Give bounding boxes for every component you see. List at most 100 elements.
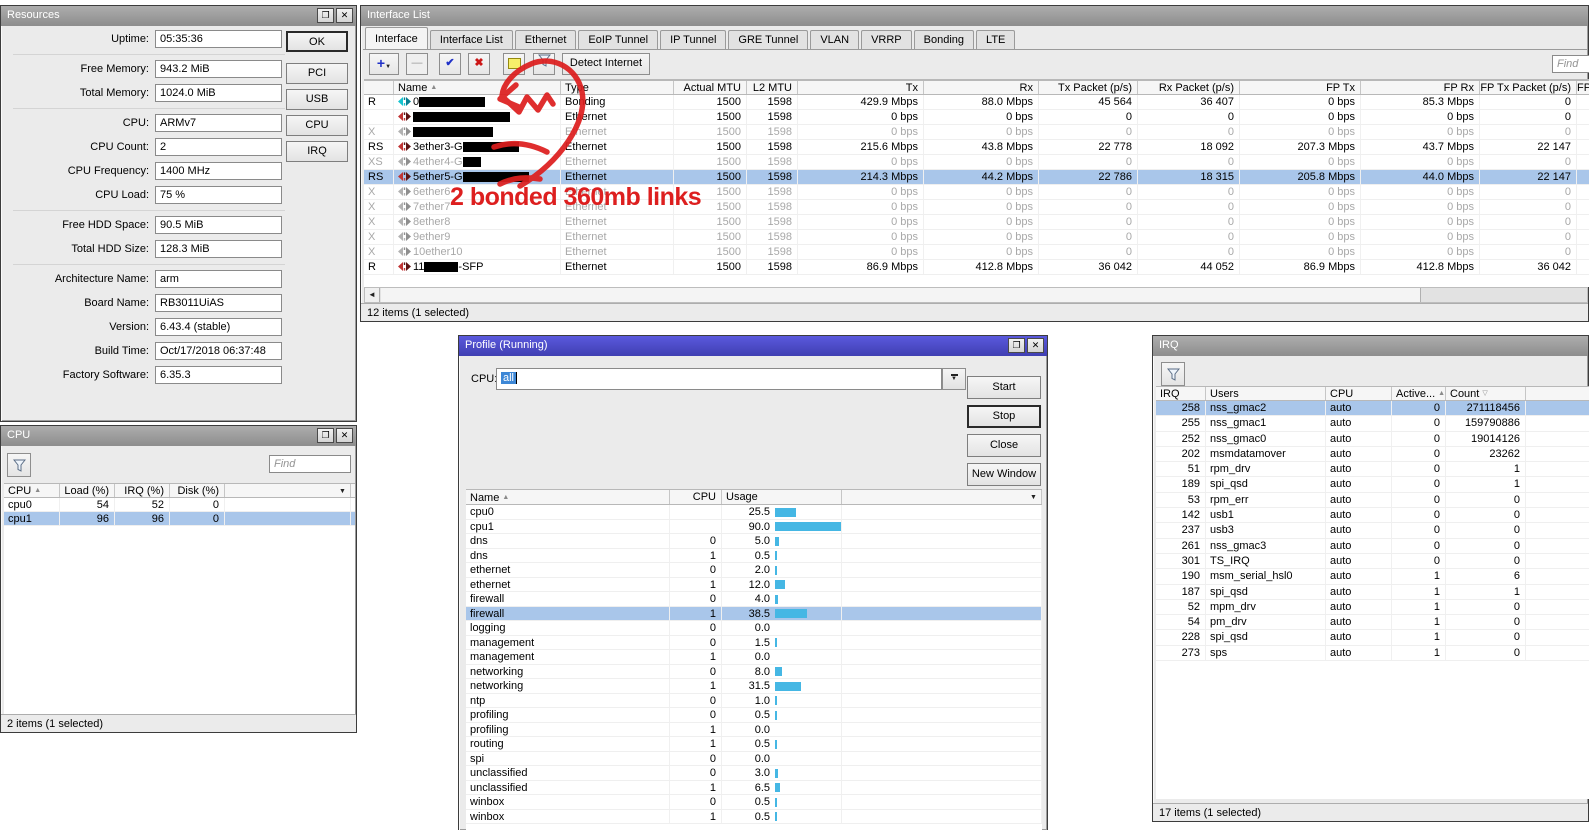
column-header-count[interactable]: Count ▽ (1446, 387, 1526, 400)
table-row[interactable]: 252 nss_gmac0 auto 0 19014126 (1156, 431, 1589, 447)
find-input[interactable]: Find (1552, 55, 1589, 73)
table-row[interactable]: 187 spi_qsd auto 1 1 (1156, 584, 1589, 600)
tab-eoip-tunnel[interactable]: EoIP Tunnel (578, 30, 659, 49)
cpu-combobox[interactable]: all (496, 368, 942, 390)
filter-button[interactable] (533, 53, 555, 75)
start-button[interactable]: Start (967, 376, 1041, 399)
close-button[interactable]: Close (967, 434, 1041, 457)
table-row[interactable]: X 6ether6 Ethernet 1500 1598 0 bps 0 bps 0 0 0 bp… (364, 185, 1589, 200)
table-row[interactable]: ntp 0 1.0 (466, 693, 1042, 708)
table-row[interactable]: networking 0 8.0 (466, 664, 1042, 679)
table-row[interactable]: XS 4ether4-G Ethernet 1500 1598 0 bps 0 bps 0 0 0… (364, 155, 1589, 170)
horizontal-scrollbar[interactable]: ◄ (364, 287, 1588, 303)
pci-button[interactable]: PCI (286, 63, 348, 84)
column-header-flag[interactable] (364, 81, 394, 94)
table-row[interactable]: RS 5ether5-G Ethernet 1500 1598 214.3 Mbps 44.… (364, 170, 1589, 185)
tab-bonding[interactable]: Bonding (913, 30, 975, 49)
column-dropdown-icon[interactable]: ▼ (336, 485, 349, 497)
table-row[interactable]: routing 1 0.5 (466, 737, 1042, 752)
table-row[interactable]: winbox 0 0.5 (466, 795, 1042, 810)
table-row[interactable]: 202 msmdatamover auto 0 23262 (1156, 446, 1589, 463)
table-row[interactable]: cpu0 25.5 (466, 505, 1042, 520)
table-row[interactable]: X 10ether10 Ethernet 1500 1598 0 bps 0 bps 0 0 0 … (364, 245, 1589, 260)
detect-internet-button[interactable]: Detect Internet (562, 53, 650, 75)
usb-button[interactable]: USB (286, 89, 348, 110)
table-row[interactable]: 273 sps auto 1 0 (1156, 645, 1589, 662)
column-header-usage[interactable]: Usage (722, 490, 842, 504)
column-header-rx-packet-p-s[interactable]: Rx Packet (p/s) (1138, 81, 1240, 94)
column-header-name[interactable]: Name ▲ (394, 81, 561, 94)
column-header-actual-mtu[interactable]: Actual MTU (674, 81, 747, 94)
stop-button[interactable]: Stop (967, 405, 1041, 428)
table-row[interactable]: 255 nss_gmac1 auto 0 159790886 (1156, 416, 1589, 432)
find-input[interactable]: Find (269, 455, 351, 473)
column-header-cpu[interactable]: CPU (670, 490, 722, 504)
table-row[interactable]: ethernet 1 12.0 (466, 577, 1042, 592)
column-header-fp-tx-packet-p-s[interactable]: FP Tx Packet (p/s) (1480, 81, 1577, 94)
column-header-cpu[interactable]: CPU (1326, 387, 1392, 400)
table-row[interactable]: cpu0 54 52 0 (4, 498, 355, 512)
close-icon[interactable]: ✕ (1027, 338, 1044, 353)
table-row[interactable]: 52 mpm_drv auto 1 0 (1156, 599, 1589, 616)
close-icon[interactable]: ✕ (336, 8, 353, 23)
table-row[interactable]: ethernet 0 2.0 (466, 563, 1042, 578)
table-row[interactable]: X 9ether9 Ethernet 1500 1598 0 bps 0 bps 0 0 0 bp… (364, 230, 1589, 245)
table-row[interactable]: unclassified 0 3.0 (466, 766, 1042, 781)
enable-button[interactable]: ✔ (439, 53, 461, 75)
tab-ethernet[interactable]: Ethernet (514, 30, 577, 49)
irq-titlebar[interactable]: IRQ (1153, 336, 1588, 356)
table-row[interactable]: cpu1 90.0 (466, 519, 1042, 534)
column-header-active[interactable]: Active... ▲ (1392, 387, 1446, 400)
table-row[interactable]: management 0 1.5 (466, 635, 1042, 650)
column-header-tx[interactable]: Tx (798, 81, 924, 94)
combo-dropdown-button[interactable]: ▼ (942, 368, 966, 390)
tab-vrrp[interactable]: VRRP (861, 30, 912, 49)
cpu-titlebar[interactable]: CPU ❐ ✕ (1, 426, 356, 446)
table-row[interactable]: 142 usb1 auto 0 0 (1156, 508, 1589, 524)
column-header-name[interactable]: Name ▲ (466, 490, 670, 504)
column-header-fp-rx[interactable]: FP Rx (1361, 81, 1480, 94)
filter-button[interactable] (1161, 362, 1185, 386)
column-header-fp[interactable]: FP (1577, 81, 1589, 94)
disable-button[interactable]: ✖ (468, 53, 490, 75)
table-row[interactable]: 237 usb3 auto 0 0 (1156, 523, 1589, 539)
table-row[interactable]: 190 msm_serial_hsl0 auto 1 6 (1156, 569, 1589, 585)
scroll-left-icon[interactable]: ◄ (365, 288, 380, 302)
tab-vlan[interactable]: VLAN (810, 30, 860, 49)
table-row[interactable]: R 11 -SFP Ethernet 1500 1598 86.9 Mbps 412.8 Mb… (364, 260, 1589, 275)
table-row[interactable]: firewall 1 38.5 (466, 606, 1042, 621)
column-header-fp-tx[interactable]: FP Tx (1240, 81, 1361, 94)
table-row[interactable]: X 8ether8 Ethernet 1500 1598 0 bps 0 bps 0 0 0 bp… (364, 215, 1589, 230)
table-row[interactable]: 301 TS_IRQ auto 0 0 (1156, 553, 1589, 570)
table-row[interactable]: profiling 0 0.5 (466, 708, 1042, 723)
column-header-load[interactable]: Load (%) (60, 484, 115, 497)
table-row[interactable]: 258 nss_gmac2 auto 0 271118456 (1156, 401, 1589, 417)
tab-ip-tunnel[interactable]: IP Tunnel (660, 30, 727, 49)
table-row[interactable]: management 1 0.0 (466, 650, 1042, 665)
table-row[interactable]: 261 nss_gmac3 auto 0 0 (1156, 538, 1589, 554)
column-header-tx-packet-p-s[interactable]: Tx Packet (p/s) (1039, 81, 1138, 94)
ok-button[interactable]: OK (286, 31, 348, 52)
column-dropdown-icon[interactable]: ▼ (1027, 491, 1040, 504)
column-header-rx[interactable]: Rx (924, 81, 1039, 94)
table-row[interactable]: 51 rpm_drv auto 0 1 (1156, 462, 1589, 478)
column-header-irq[interactable]: IRQ (%) (115, 484, 170, 497)
maximize-icon[interactable]: ❐ (317, 428, 334, 443)
maximize-icon[interactable]: ❐ (1008, 338, 1025, 353)
new-window-button[interactable]: New Window (967, 463, 1041, 486)
maximize-icon[interactable]: ❐ (317, 8, 334, 23)
table-row[interactable]: networking 1 31.5 (466, 679, 1042, 694)
interface-list-titlebar[interactable]: Interface List (361, 6, 1588, 26)
table-row[interactable]: profiling 1 0.0 (466, 722, 1042, 737)
table-row[interactable]: 189 spi_qsd auto 0 1 (1156, 477, 1589, 493)
profile-titlebar[interactable]: Profile (Running) ❐ ✕ (459, 336, 1047, 356)
table-row[interactable]: 53 rpm_err auto 0 0 (1156, 492, 1589, 509)
table-row[interactable]: Ethernet 1500 1598 0 bps 0 bps 0 0 0 bps 0 bps 0 (364, 110, 1589, 125)
column-header-users[interactable]: Users (1206, 387, 1326, 400)
irq-button[interactable]: IRQ (286, 141, 348, 162)
tab-interface-list[interactable]: Interface List (429, 30, 513, 49)
cpu-button[interactable]: CPU (286, 115, 348, 136)
table-row[interactable]: 228 spi_qsd auto 1 0 (1156, 630, 1589, 646)
column-header-disk[interactable]: Disk (%) (170, 484, 225, 497)
column-header-irq[interactable]: IRQ (1156, 387, 1206, 400)
